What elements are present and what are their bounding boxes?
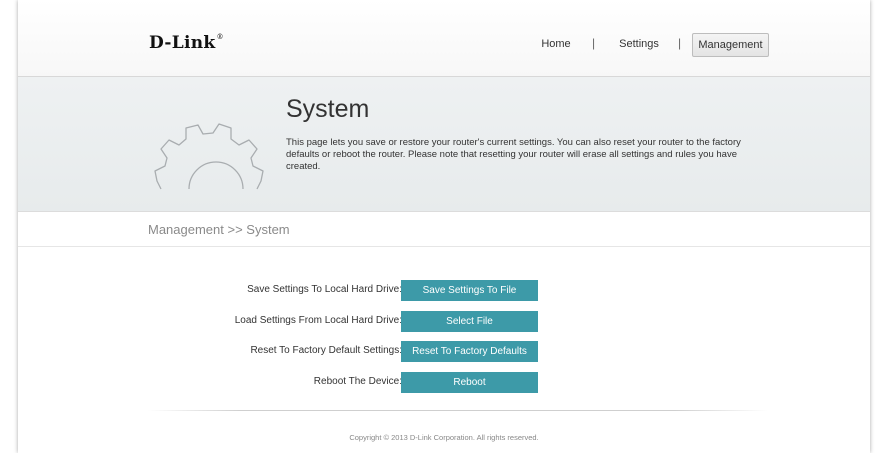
reset-to-factory-defaults-button[interactable]: Reset To Factory Defaults xyxy=(401,341,538,362)
factory-reset-label: Reset To Factory Default Settings: xyxy=(250,345,402,356)
top-navigation-bar: D-Link® Home | Settings | Management xyxy=(18,0,870,77)
load-settings-label: Load Settings From Local Hard Drive: xyxy=(234,315,402,326)
dlink-logo: D-Link® xyxy=(149,33,224,53)
logo-text: D-Link xyxy=(149,33,216,53)
page-description: This page lets you save or restore your … xyxy=(286,137,741,172)
footer-divider xyxy=(148,410,768,411)
save-settings-row: Save Settings To Local Hard Drive: Save … xyxy=(18,280,870,301)
load-settings-row: Load Settings From Local Hard Drive: Sel… xyxy=(18,311,870,332)
nav-separator: | xyxy=(678,36,682,50)
reboot-row: Reboot The Device: Reboot xyxy=(18,372,870,393)
page-title: System xyxy=(286,95,370,123)
save-settings-to-file-button[interactable]: Save Settings To File xyxy=(401,280,538,301)
breadcrumb-bar: Management >> System xyxy=(18,212,870,247)
breadcrumb: Management >> System xyxy=(148,222,290,237)
nav-management[interactable]: Management xyxy=(692,33,769,57)
gear-icon xyxy=(154,123,264,190)
reboot-button[interactable]: Reboot xyxy=(401,372,538,393)
copyright-text: Copyright © 2013 D-Link Corporation. All… xyxy=(349,433,539,442)
nav-settings[interactable]: Settings xyxy=(614,33,664,55)
nav-home[interactable]: Home xyxy=(536,33,576,55)
page-banner: System This page lets you save or restor… xyxy=(18,77,870,212)
nav-separator: | xyxy=(592,36,596,50)
select-file-button[interactable]: Select File xyxy=(401,311,538,332)
reboot-label: Reboot The Device: xyxy=(313,376,402,387)
router-admin-page: D-Link® Home | Settings | Management Sys… xyxy=(18,0,870,453)
logo-trademark: ® xyxy=(216,33,224,41)
factory-reset-row: Reset To Factory Default Settings: Reset… xyxy=(18,341,870,362)
save-settings-label: Save Settings To Local Hard Drive: xyxy=(247,284,402,295)
